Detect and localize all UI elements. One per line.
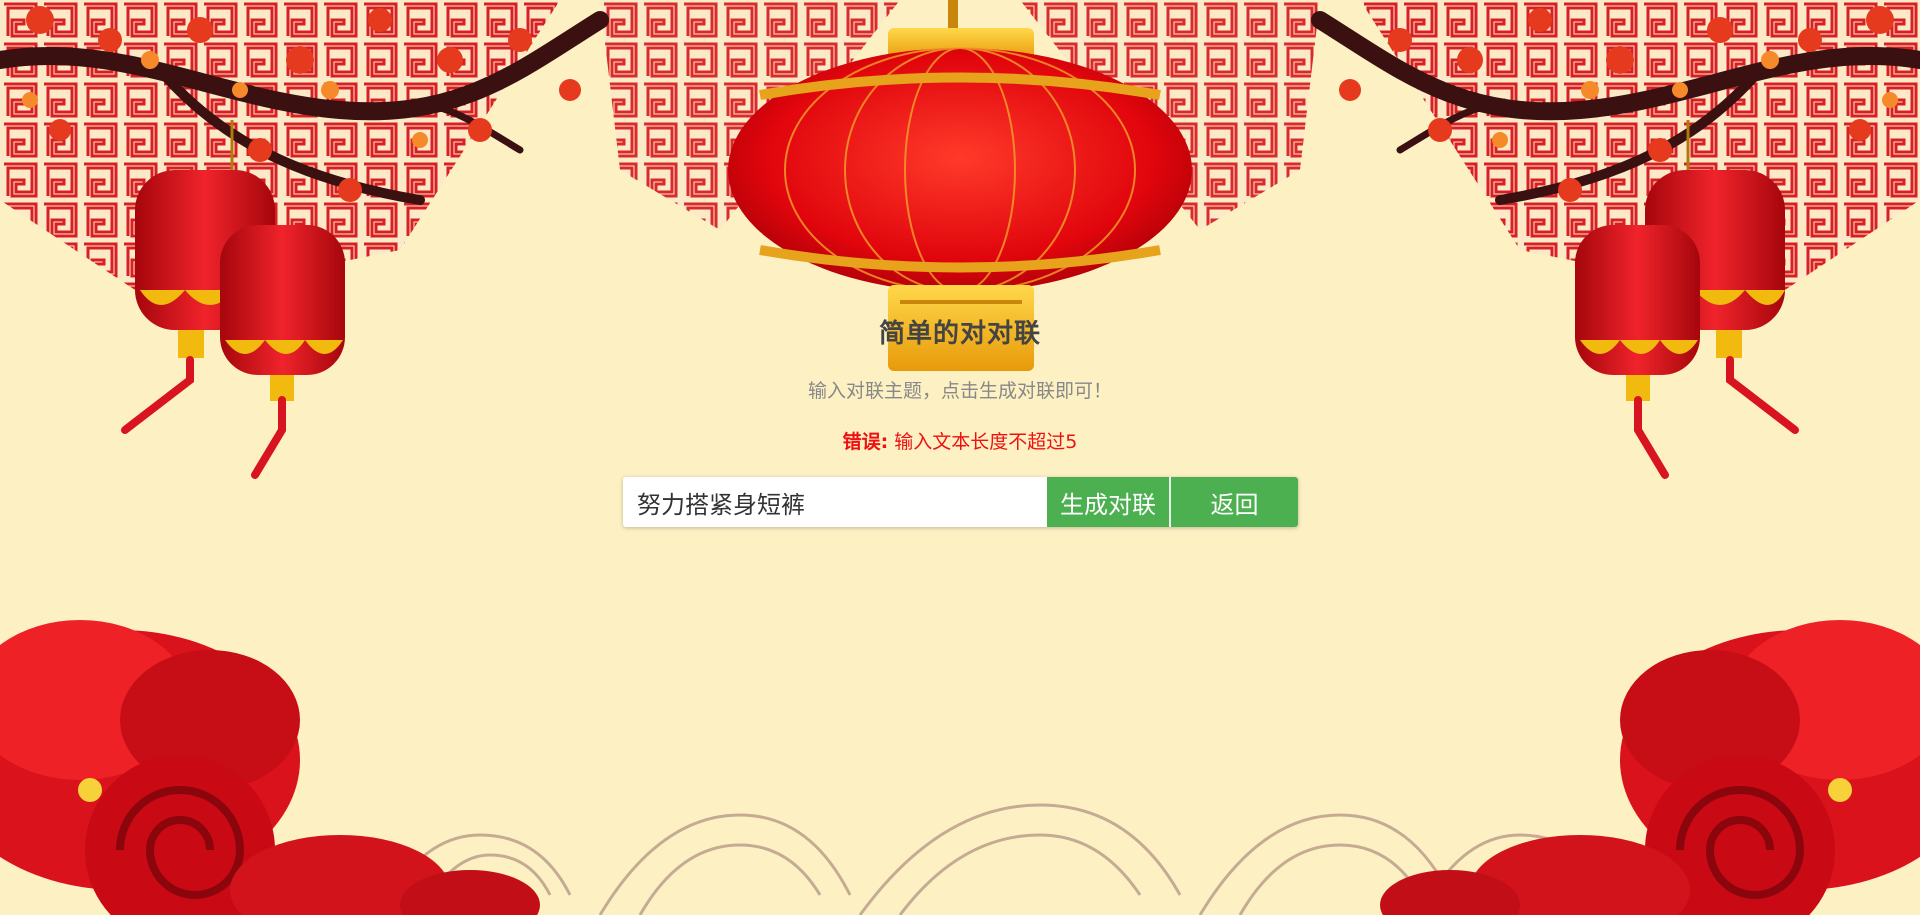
page-title: 简单的对对联 <box>878 319 1041 349</box>
error-message: 错误: 输入文本长度不超过5 <box>0 427 1920 454</box>
back-button[interactable]: 返回 <box>1171 477 1298 527</box>
page-subtitle: 输入对联主题，点击生成对联即可！ <box>807 380 1112 402</box>
generate-couplet-button[interactable]: 生成对联 <box>1047 477 1171 527</box>
page: 简单的对对联 输入对联主题，点击生成对联即可！ 错误: 输入文本长度不超过5 生… <box>0 0 1920 915</box>
error-text: 输入文本长度不超过5 <box>888 431 1078 453</box>
couplet-form: 生成对联 返回 <box>623 477 1298 527</box>
error-label: 错误: <box>842 431 889 453</box>
theme-input[interactable] <box>623 477 1047 527</box>
main-content: 简单的对对联 输入对联主题，点击生成对联即可！ 错误: 输入文本长度不超过5 生… <box>0 0 1920 915</box>
